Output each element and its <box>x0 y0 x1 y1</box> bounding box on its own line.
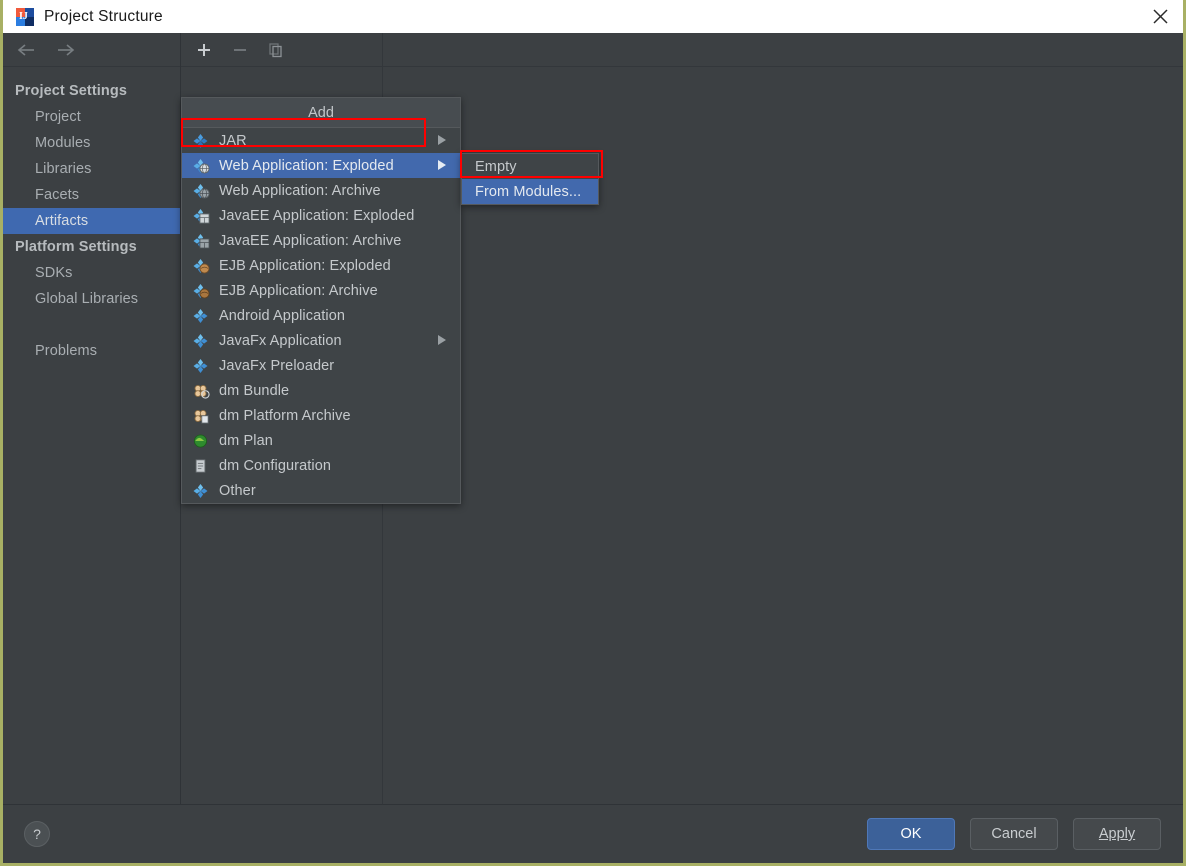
dialog-footer: ? OK Cancel Apply <box>3 805 1183 863</box>
arrow-right-icon[interactable] <box>53 38 79 62</box>
menu-item-label: EJB Application: Archive <box>219 282 378 299</box>
plus-icon[interactable] <box>193 39 215 61</box>
menu-item-web-application-archive[interactable]: Web Application: Archive <box>182 178 460 203</box>
artifact-detail-panel <box>383 33 1183 805</box>
add-menu-title: Add <box>182 98 460 128</box>
menu-item-dm-bundle[interactable]: dm Bundle <box>182 378 460 403</box>
artifact-jar-icon <box>193 133 211 149</box>
menu-item-javaee-application-archive[interactable]: JavaEE Application: Archive <box>182 228 460 253</box>
menu-item-javafx-application[interactable]: JavaFx Application <box>182 328 460 353</box>
sidebar-item-global-libraries[interactable]: Global Libraries <box>3 286 180 312</box>
artifact-other-icon <box>193 483 211 499</box>
menu-item-label: JavaFx Application <box>219 332 342 349</box>
sidebar-item-problems[interactable]: Problems <box>3 338 180 364</box>
add-artifact-menu: Add JAR Web Application: Exploded Web Ap… <box>181 97 461 504</box>
dm-bundle-icon <box>193 383 211 399</box>
artifact-javaee-exploded-icon <box>193 208 211 224</box>
apply-button-label: Apply <box>1098 826 1136 842</box>
menu-item-label: EJB Application: Exploded <box>219 257 391 274</box>
sidebar-group-project-settings: Project Settings <box>15 83 127 99</box>
dm-plan-icon <box>193 433 211 449</box>
artifact-javafx-preloader-icon <box>193 358 211 374</box>
sidebar-item-project[interactable]: Project <box>3 104 180 130</box>
sidebar-list: Project Settings Project Modules Librari… <box>3 67 180 364</box>
sidebar-item-modules[interactable]: Modules <box>3 130 180 156</box>
sidebar-item-facets[interactable]: Facets <box>3 182 180 208</box>
navigation-toolbar <box>3 33 180 67</box>
sidebar-item-artifacts[interactable]: Artifacts <box>3 208 180 234</box>
sidebar-group-platform-settings: Platform Settings <box>15 239 137 255</box>
artifact-ejb-exploded-icon <box>193 258 211 274</box>
detail-toolbar <box>383 33 1183 67</box>
menu-item-label: dm Configuration <box>219 457 332 474</box>
chevron-right-icon <box>438 333 446 349</box>
submenu-item-empty[interactable]: Empty <box>462 154 598 179</box>
sidebar-item-libraries[interactable]: Libraries <box>3 156 180 182</box>
artifact-web-exploded-icon <box>193 158 211 174</box>
menu-item-dm-configuration[interactable]: dm Configuration <box>182 453 460 478</box>
artifact-javafx-icon <box>193 333 211 349</box>
menu-item-dm-plan[interactable]: dm Plan <box>182 428 460 453</box>
menu-item-ejb-application-archive[interactable]: EJB Application: Archive <box>182 278 460 303</box>
artifact-javaee-archive-icon <box>193 233 211 249</box>
menu-item-label: Other <box>219 482 256 499</box>
artifact-web-archive-icon <box>193 183 211 199</box>
menu-item-dm-platform-archive[interactable]: dm Platform Archive <box>182 403 460 428</box>
chevron-right-icon <box>438 133 446 149</box>
sidebar-item-sdks[interactable]: SDKs <box>3 260 180 286</box>
submenu-item-label: From Modules... <box>475 183 582 200</box>
apply-button[interactable]: Apply <box>1073 818 1161 850</box>
menu-item-label: Android Application <box>219 307 346 324</box>
close-icon[interactable] <box>1137 0 1183 33</box>
menu-item-label: dm Plan <box>219 432 273 449</box>
copy-icon[interactable] <box>265 39 287 61</box>
menu-item-javaee-application-exploded[interactable]: JavaEE Application: Exploded <box>182 203 460 228</box>
menu-item-label: JavaEE Application: Exploded <box>219 207 415 224</box>
dialog-body: Project Settings Project Modules Librari… <box>3 33 1183 805</box>
title-bar: IJ Project Structure <box>3 0 1183 33</box>
window-title: Project Structure <box>44 7 163 25</box>
submenu-item-label: Empty <box>475 158 517 175</box>
intellij-idea-icon: IJ <box>16 7 34 26</box>
menu-item-label: JAR <box>219 132 247 149</box>
menu-item-label: Web Application: Exploded <box>219 157 394 174</box>
menu-item-label: JavaEE Application: Archive <box>219 232 402 249</box>
dm-platform-archive-icon <box>193 408 211 424</box>
arrow-left-icon[interactable] <box>13 38 39 62</box>
menu-item-label: Web Application: Archive <box>219 182 381 199</box>
artifact-ejb-archive-icon <box>193 283 211 299</box>
menu-item-android-application[interactable]: Android Application <box>182 303 460 328</box>
artifact-android-icon <box>193 308 211 324</box>
submenu-item-from-modules[interactable]: From Modules... <box>462 179 598 204</box>
minus-icon[interactable] <box>229 39 251 61</box>
menu-item-ejb-application-exploded[interactable]: EJB Application: Exploded <box>182 253 460 278</box>
menu-item-label: JavaFx Preloader <box>219 357 335 374</box>
web-application-exploded-submenu: Empty From Modules... <box>461 153 599 205</box>
ok-button[interactable]: OK <box>867 818 955 850</box>
chevron-right-icon <box>438 158 446 174</box>
menu-item-other[interactable]: Other <box>182 478 460 503</box>
artifacts-toolbar <box>181 33 382 67</box>
menu-item-web-application-exploded[interactable]: Web Application: Exploded <box>182 153 460 178</box>
help-button[interactable]: ? <box>24 821 50 847</box>
cancel-button[interactable]: Cancel <box>970 818 1058 850</box>
project-structure-dialog: IJ Project Structure Project Settings Pr… <box>0 0 1186 866</box>
dm-configuration-icon <box>193 458 211 474</box>
menu-item-label: dm Platform Archive <box>219 407 351 424</box>
menu-item-jar[interactable]: JAR <box>182 128 460 153</box>
menu-item-label: dm Bundle <box>219 382 290 399</box>
settings-sidebar: Project Settings Project Modules Librari… <box>3 33 181 805</box>
menu-item-javafx-preloader[interactable]: JavaFx Preloader <box>182 353 460 378</box>
